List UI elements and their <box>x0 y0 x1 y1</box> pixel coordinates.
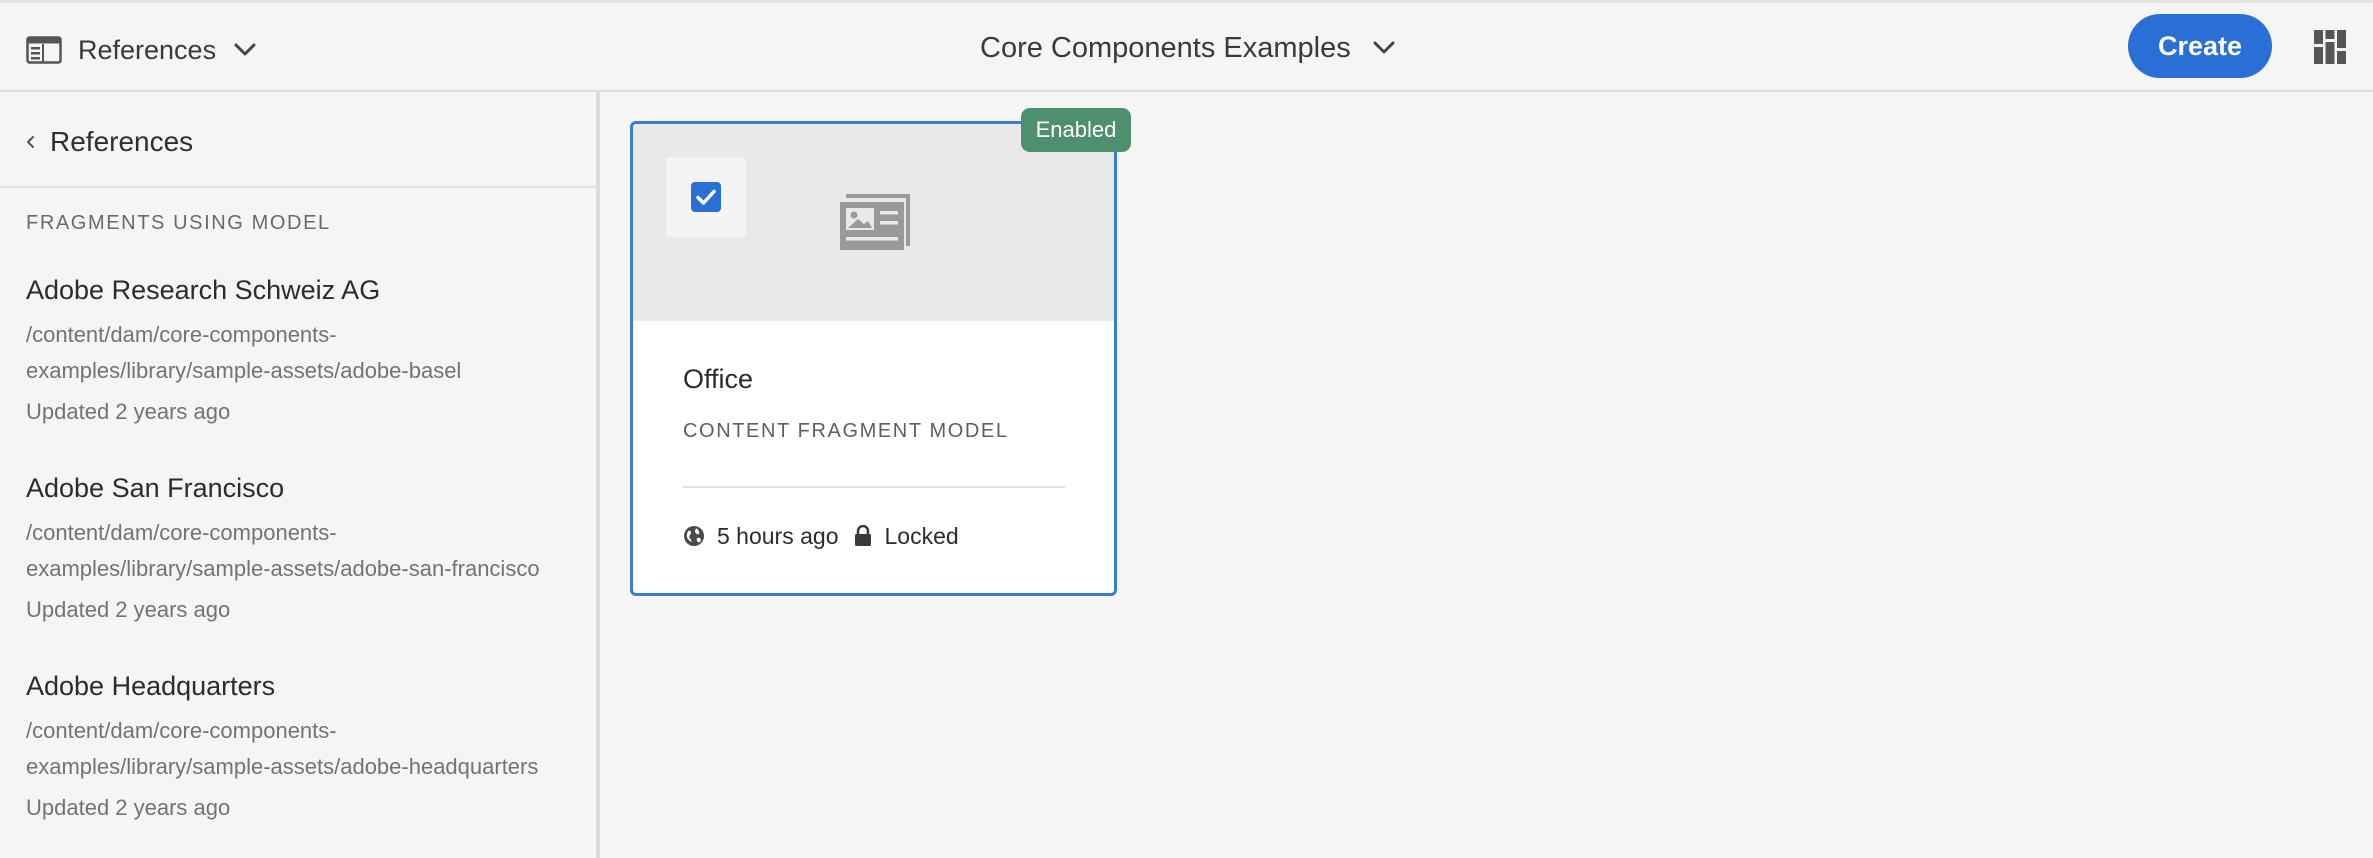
chevron-down-icon <box>1373 41 1395 54</box>
references-back-button[interactable]: References <box>26 122 193 162</box>
status-badge: Enabled <box>1021 108 1131 152</box>
reference-title: Adobe Research Schweiz AG <box>26 275 381 305</box>
select-checkbox[interactable] <box>691 182 721 212</box>
reference-path: /content/dam/core-components- examples/l… <box>26 515 586 587</box>
reference-path-line: examples/library/sample-assets/adobe-bas… <box>26 358 462 383</box>
model-card[interactable]: Enabled Office CONTENT FRAGMENT MODEL 5 … <box>630 108 1131 596</box>
references-rail: References FRAGMENTS USING MODEL Adobe R… <box>0 92 600 858</box>
reference-title: Adobe San Francisco <box>26 473 285 503</box>
reference-updated: Updated 2 years ago <box>26 795 231 820</box>
side-panel-icon <box>26 36 62 64</box>
rail-toggle-label: References <box>78 34 217 65</box>
checkmark-icon <box>696 189 716 205</box>
chevron-left-icon <box>27 136 34 148</box>
reference-path-line: examples/library/sample-assets/adobe-hea… <box>26 754 539 779</box>
globe-icon <box>684 526 704 546</box>
reference-item[interactable]: Adobe Research Schweiz AG /content/dam/c… <box>26 273 586 429</box>
card-view-switch-icon[interactable] <box>2314 30 2346 64</box>
reference-path-line: examples/library/sample-assets/adobe-san… <box>26 556 540 581</box>
create-button[interactable]: Create <box>2128 14 2272 78</box>
rail-toggle-button[interactable]: References <box>26 33 256 67</box>
reference-path: /content/dam/core-components- examples/l… <box>26 713 586 785</box>
rail-divider <box>0 186 596 188</box>
card-title: Office <box>683 364 754 394</box>
reference-path-line: /content/dam/core-components- <box>26 520 337 545</box>
card-meta: 5 hours ago Locked <box>683 519 959 553</box>
reference-item[interactable]: Adobe San Francisco /content/dam/core-co… <box>26 471 586 627</box>
reference-updated: Updated 2 years ago <box>26 399 231 424</box>
top-bar: References Core Components Examples Crea… <box>0 0 2373 92</box>
lock-icon <box>855 525 872 546</box>
reference-path-line: /content/dam/core-components- <box>26 718 337 743</box>
workspace-title-picker[interactable]: Core Components Examples <box>980 27 1395 69</box>
chevron-down-icon <box>234 43 256 56</box>
content-fragment-icon <box>840 194 910 250</box>
reference-updated: Updated 2 years ago <box>26 597 231 622</box>
card-checkbox-wrapper <box>666 157 746 237</box>
section-heading: FRAGMENTS USING MODEL <box>26 212 331 234</box>
page-title: Core Components Examples <box>980 31 1351 64</box>
references-back-label: References <box>50 126 194 157</box>
card-thumbnail <box>633 124 1114 321</box>
reference-title: Adobe Headquarters <box>26 671 276 701</box>
reference-path-line: /content/dam/core-components- <box>26 322 337 347</box>
modified-time: 5 hours ago <box>717 522 839 549</box>
card-subtitle: CONTENT FRAGMENT MODEL <box>683 420 1009 442</box>
reference-path: /content/dam/core-components- examples/l… <box>26 317 586 389</box>
reference-item[interactable]: Adobe Headquarters /content/dam/core-com… <box>26 669 586 825</box>
card-divider <box>683 486 1065 488</box>
lock-status: Locked <box>884 522 959 549</box>
